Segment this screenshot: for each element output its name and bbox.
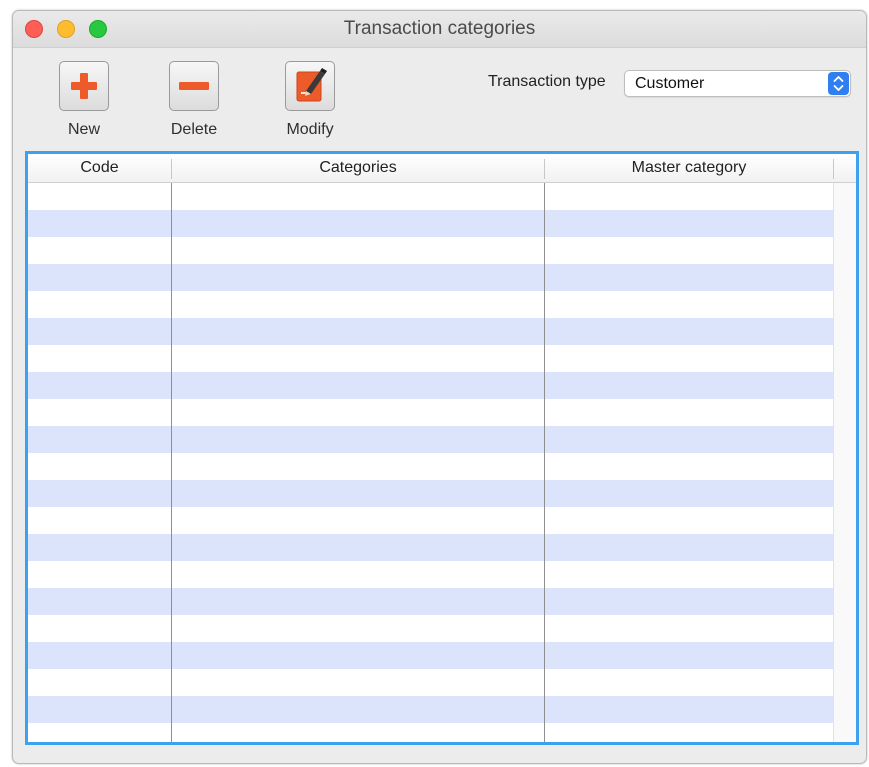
edit-document-icon[interactable] <box>285 61 335 111</box>
table-body[interactable] <box>28 183 833 742</box>
categories-table[interactable]: Code Categories Master category <box>25 151 859 745</box>
new-button[interactable]: New <box>44 61 124 139</box>
transaction-categories-window: Transaction categories New Delete Modify… <box>12 10 867 764</box>
transaction-type-value: Customer <box>635 75 705 92</box>
delete-button-label: Delete <box>170 121 218 138</box>
column-header-categories[interactable]: Categories <box>172 154 544 182</box>
window-title: Transaction categories <box>343 18 536 39</box>
delete-button[interactable]: Delete <box>154 61 234 139</box>
new-button-label: New <box>67 121 100 138</box>
plus-icon[interactable] <box>59 61 109 111</box>
modify-button-label: Modify <box>286 121 334 138</box>
minus-icon[interactable] <box>169 61 219 111</box>
column-divider <box>544 183 545 742</box>
select-stepper-icon[interactable] <box>828 72 849 95</box>
transaction-type-label: Transaction type <box>488 73 606 90</box>
table-header: Code Categories Master category <box>28 154 856 183</box>
title-bar[interactable]: Transaction categories <box>13 11 866 48</box>
column-header-code[interactable]: Code <box>28 154 171 182</box>
transaction-type-select[interactable]: Customer <box>624 70 851 97</box>
column-header-master-category[interactable]: Master category <box>545 154 833 182</box>
vertical-scrollbar[interactable] <box>833 183 856 742</box>
modify-button[interactable]: Modify <box>270 61 350 139</box>
column-divider <box>171 183 172 742</box>
